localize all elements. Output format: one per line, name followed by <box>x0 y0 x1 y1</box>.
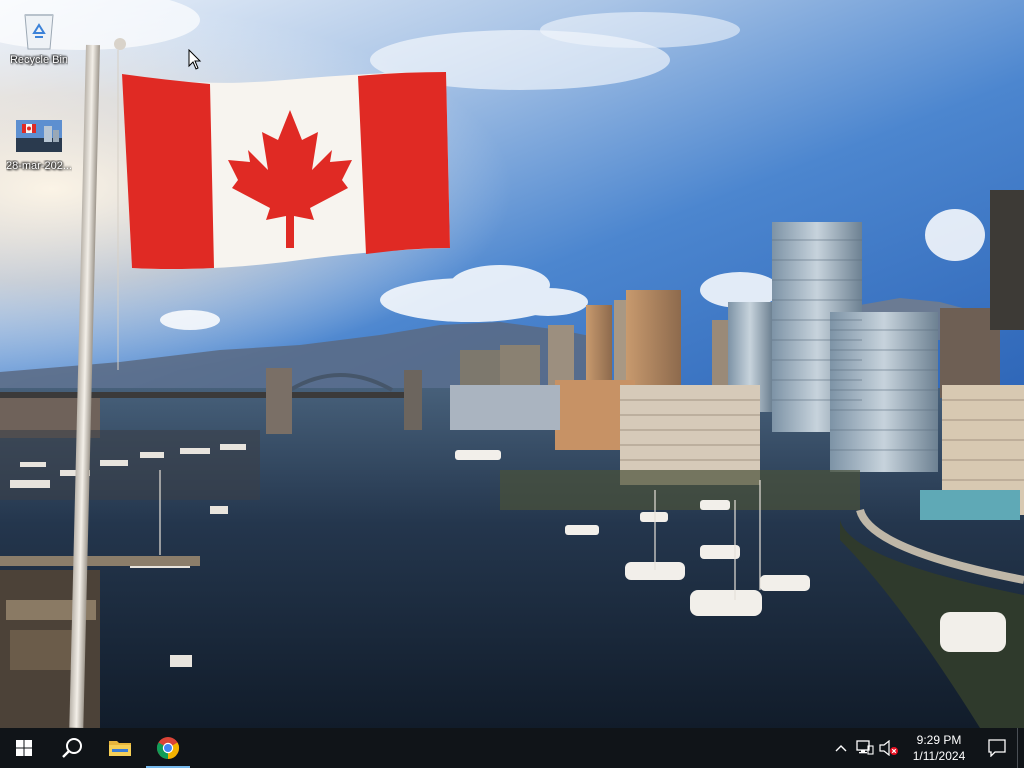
start-button[interactable] <box>0 728 48 768</box>
action-center-button[interactable] <box>977 728 1017 768</box>
system-tray: 9:29 PM 1/11/2024 <box>829 728 1024 768</box>
desktop-icon-label: Recycle Bin <box>9 54 69 66</box>
clock-time: 9:29 PM <box>916 733 962 747</box>
mouse-cursor-icon <box>188 49 202 70</box>
volume-muted-icon <box>879 740 898 756</box>
volume-button[interactable] <box>877 728 901 768</box>
clock-date: 1/11/2024 <box>912 749 966 763</box>
chevron-up-icon <box>835 745 847 752</box>
show-desktop-button[interactable] <box>1017 728 1024 768</box>
show-hidden-icons-button[interactable] <box>829 728 853 768</box>
desktop[interactable]: Recycle Bin 28-mar-202... 9:29 PM 1/11/2… <box>0 0 1024 768</box>
image-thumbnail-icon <box>15 114 63 158</box>
taskbar: 9:29 PM 1/11/2024 <box>0 728 1024 768</box>
desktop-wallpaper <box>0 0 1024 728</box>
clock[interactable]: 9:29 PM 1/11/2024 <box>901 728 977 768</box>
chrome-icon <box>157 737 179 759</box>
recycle-bin-icon-shortcut[interactable]: Recycle Bin <box>1 8 77 66</box>
desktop-icon-label: 28-mar-202... <box>5 160 73 172</box>
windows-start-icon <box>16 740 32 756</box>
file-explorer-icon <box>109 741 131 756</box>
image-file-icon-shortcut[interactable]: 28-mar-202... <box>1 114 77 172</box>
search-icon <box>62 738 82 758</box>
network-icon <box>856 740 874 755</box>
network-status-button[interactable] <box>853 728 877 768</box>
search-button[interactable] <box>48 728 96 768</box>
file-explorer-button[interactable] <box>96 728 144 768</box>
recycle-bin-icon <box>15 8 63 52</box>
notification-icon <box>988 739 1006 757</box>
canadian-flag <box>122 72 450 270</box>
chrome-button[interactable] <box>144 728 192 768</box>
